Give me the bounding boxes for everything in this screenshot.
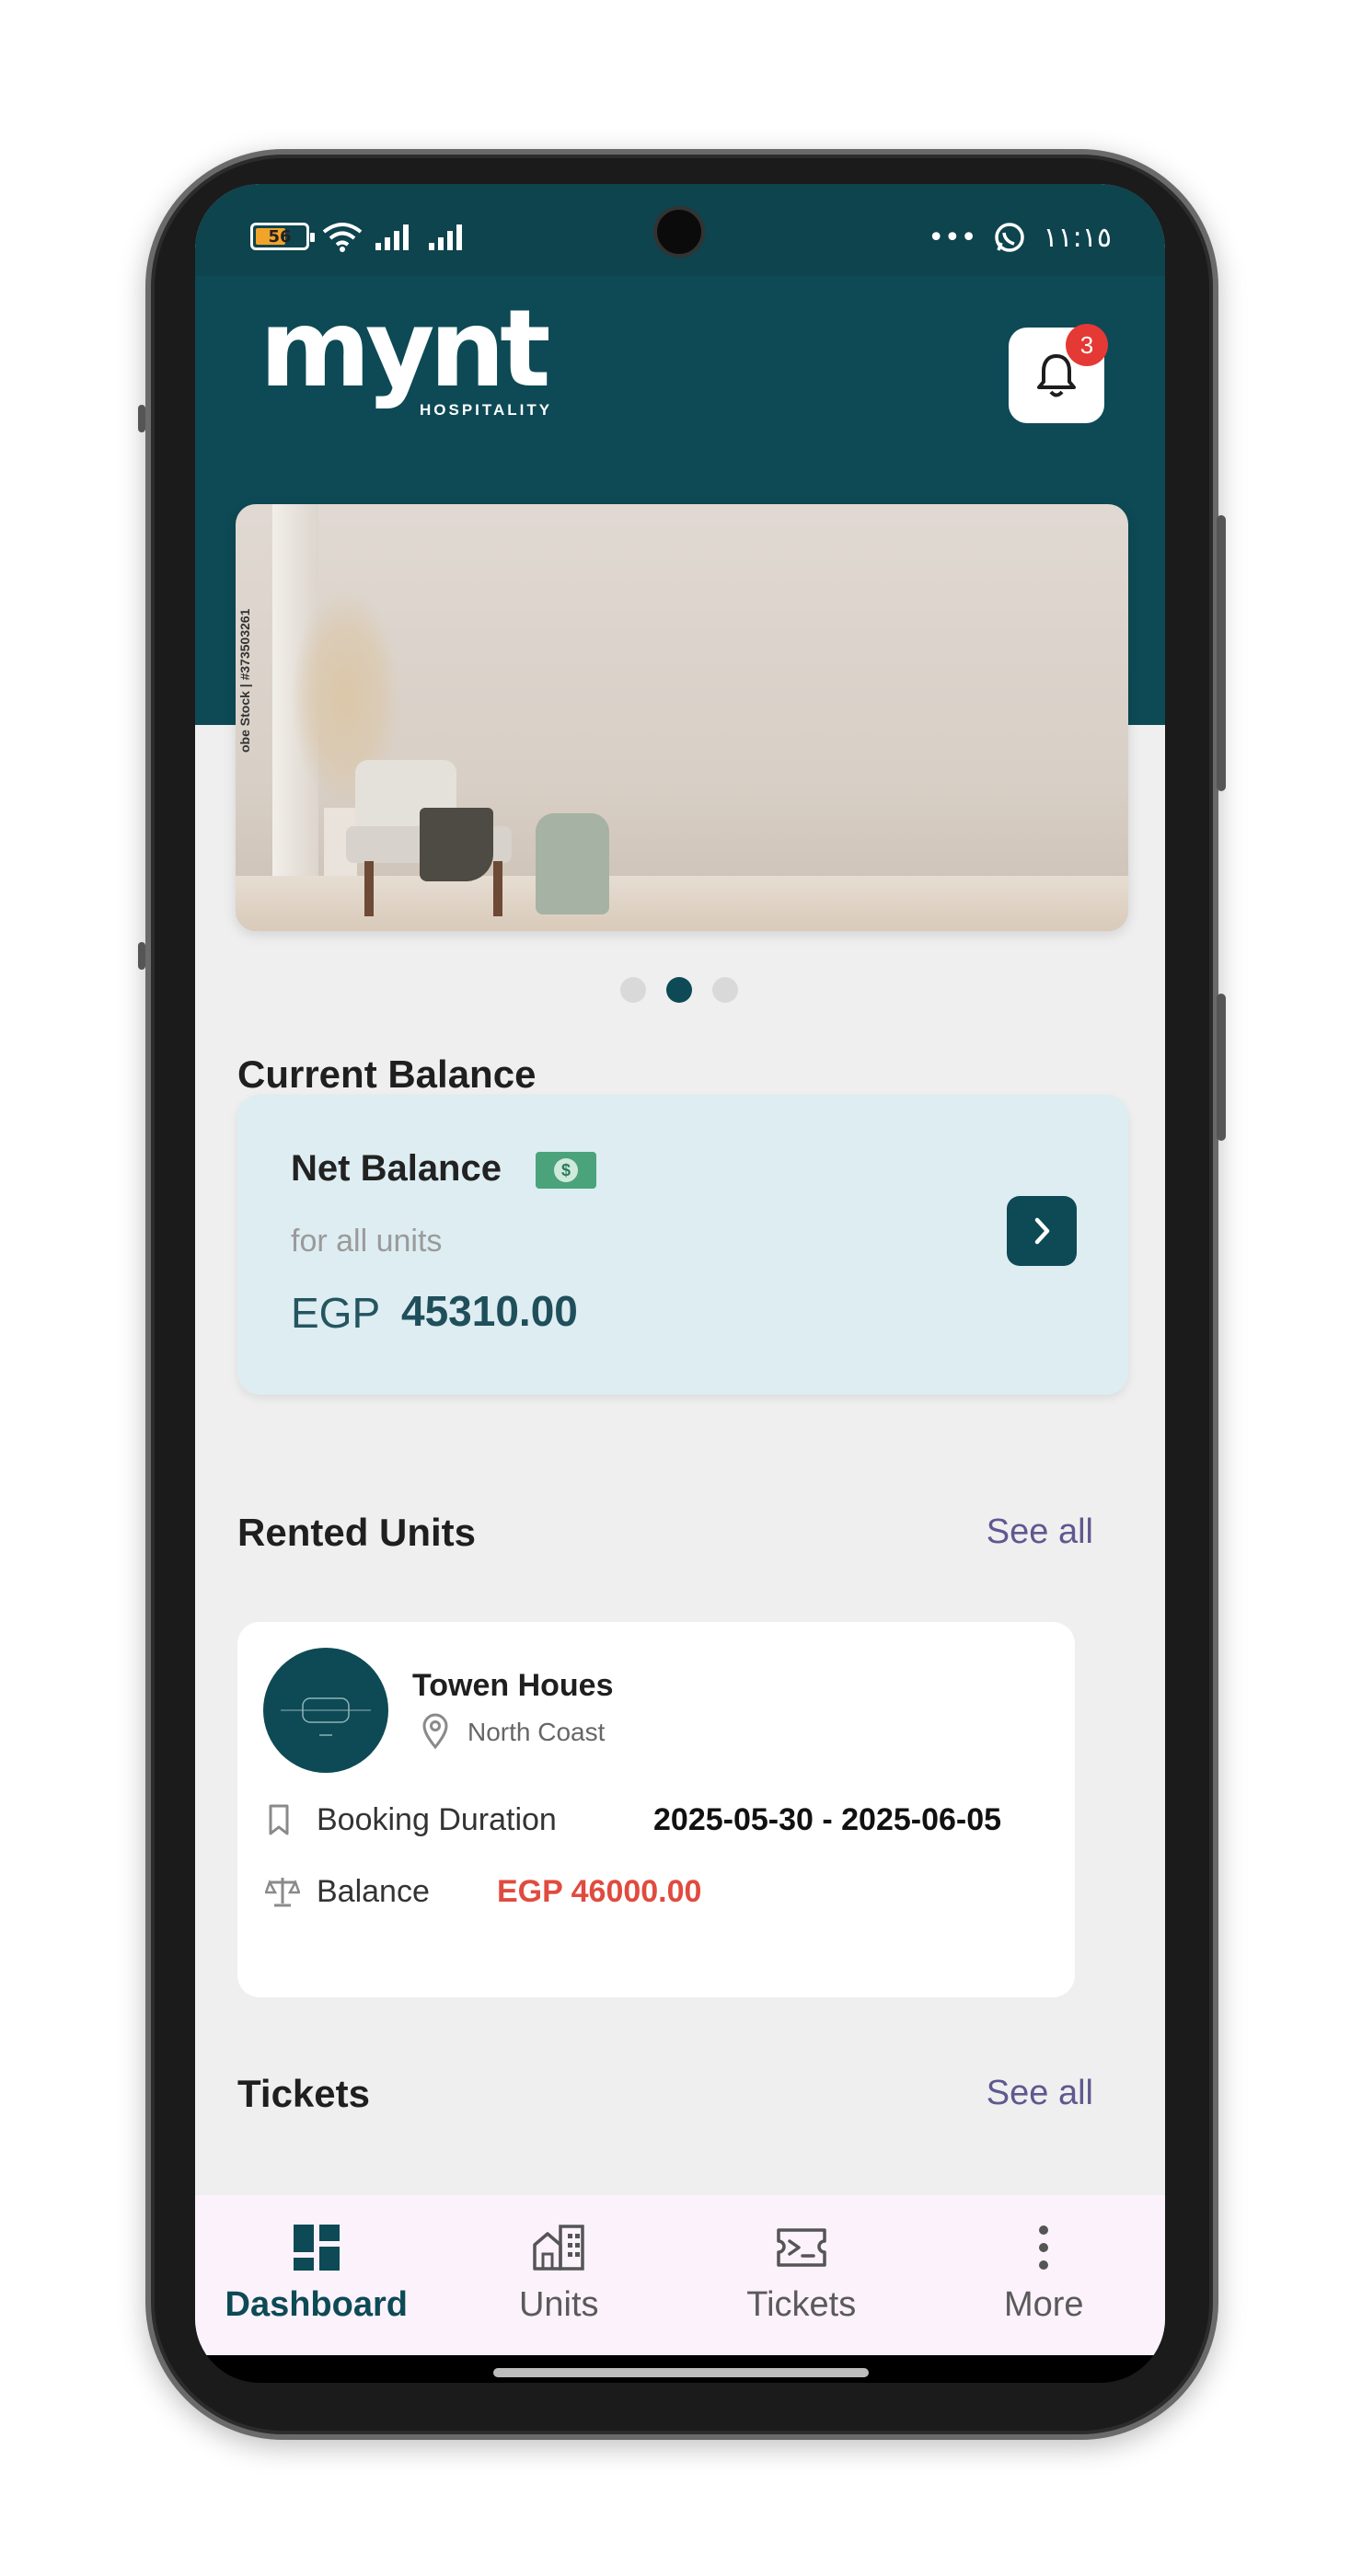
banner-chair-leg (364, 861, 374, 916)
unit-balance-label: Balance (317, 1874, 430, 1909)
status-right: ••• ١١:١٥ (928, 221, 1112, 254)
location-pin-icon (422, 1713, 448, 1750)
nav-units-label: Units (518, 2285, 599, 2324)
banner-stool (536, 813, 609, 914)
left-button (138, 405, 145, 432)
clock: ١١:١٥ (1043, 221, 1112, 254)
net-balance-card[interactable]: Net Balance $ for all units EGP 45310.00 (237, 1095, 1128, 1395)
status-left: 56 (250, 221, 469, 252)
net-balance-amount: 45310.00 (401, 1287, 578, 1335)
carousel-dots (620, 977, 738, 1003)
nav-tickets-label: Tickets (746, 2285, 857, 2324)
nav-more-label: More (1003, 2285, 1084, 2324)
bookmark-icon (269, 1804, 289, 1835)
promo-banner[interactable]: obe Stock | #373503261 (236, 504, 1128, 931)
nav-more[interactable]: More (923, 2195, 1166, 2355)
dashboard-icon (293, 2225, 340, 2271)
more-vertical-icon (1039, 2225, 1049, 2270)
nav-dashboard-label: Dashboard (225, 2285, 408, 2324)
brand-logo: mynt (260, 287, 551, 411)
unit-balance-value: EGP 46000.00 (497, 1874, 702, 1909)
signal-icon (375, 224, 409, 250)
scale-balance-icon (265, 1878, 300, 1907)
app-area: 56 ••• ١١:١٥ mynt HOSPITALITY 3 obe Stoc… (195, 184, 1165, 2355)
rented-units-see-all-link[interactable]: See all (987, 1512, 1093, 1552)
wifi-icon (322, 223, 363, 252)
booking-duration-label: Booking Duration (317, 1802, 557, 1837)
carousel-dot[interactable] (712, 977, 738, 1003)
building-icon (533, 2225, 584, 2271)
net-balance-currency: EGP (291, 1289, 381, 1337)
bottom-navigation: Dashboard Units Tickets More (195, 2195, 1165, 2355)
ticket-icon (777, 2228, 826, 2267)
unit-logo-icon (281, 1697, 371, 1736)
notification-badge: 3 (1066, 324, 1108, 366)
money-icon: $ (536, 1152, 596, 1189)
rented-unit-card[interactable]: Towen Houes North Coast Booking Duration… (237, 1622, 1075, 1997)
chevron-right-icon (1034, 1217, 1050, 1245)
nav-units[interactable]: Units (438, 2195, 681, 2355)
power-button (1217, 994, 1226, 1141)
unit-name: Towen Houes (412, 1668, 614, 1703)
nav-dashboard[interactable]: Dashboard (195, 2195, 438, 2355)
current-balance-title: Current Balance (237, 1052, 537, 1096)
net-balance-details-button[interactable] (1007, 1196, 1077, 1266)
tickets-see-all-link[interactable]: See all (987, 2074, 1093, 2113)
net-balance-subtitle: for all units (291, 1224, 443, 1259)
left-button-2 (138, 942, 145, 970)
unit-location: North Coast (467, 1718, 606, 1746)
net-balance-title: Net Balance (291, 1148, 502, 1189)
booking-duration-value: 2025-05-30 - 2025-06-05 (653, 1802, 1002, 1837)
tickets-title: Tickets (237, 2072, 370, 2115)
home-indicator[interactable] (493, 2368, 869, 2377)
battery-level: 56 (268, 226, 292, 247)
nav-tickets[interactable]: Tickets (680, 2195, 923, 2355)
front-camera (653, 206, 705, 258)
banner-watermark: obe Stock | #373503261 (237, 608, 252, 753)
signal-icon-2 (429, 224, 462, 250)
more-notifications-icon: ••• (928, 221, 977, 254)
whatsapp-icon (995, 223, 1025, 252)
brand-logo-subtitle: HOSPITALITY (420, 401, 553, 419)
carousel-dot[interactable] (620, 977, 646, 1003)
unit-avatar (263, 1648, 388, 1773)
volume-button (1217, 515, 1226, 791)
rented-units-title: Rented Units (237, 1511, 477, 1554)
carousel-dot-active[interactable] (666, 977, 692, 1003)
phone-screen: 56 ••• ١١:١٥ mynt HOSPITALITY 3 obe Stoc… (195, 184, 1165, 2383)
battery-icon: 56 (250, 223, 315, 250)
banner-chair-leg (493, 861, 502, 916)
status-bar: 56 ••• ١١:١٥ (195, 184, 1165, 276)
notifications-button[interactable]: 3 (1009, 324, 1108, 423)
banner-throw-blanket (420, 808, 493, 881)
